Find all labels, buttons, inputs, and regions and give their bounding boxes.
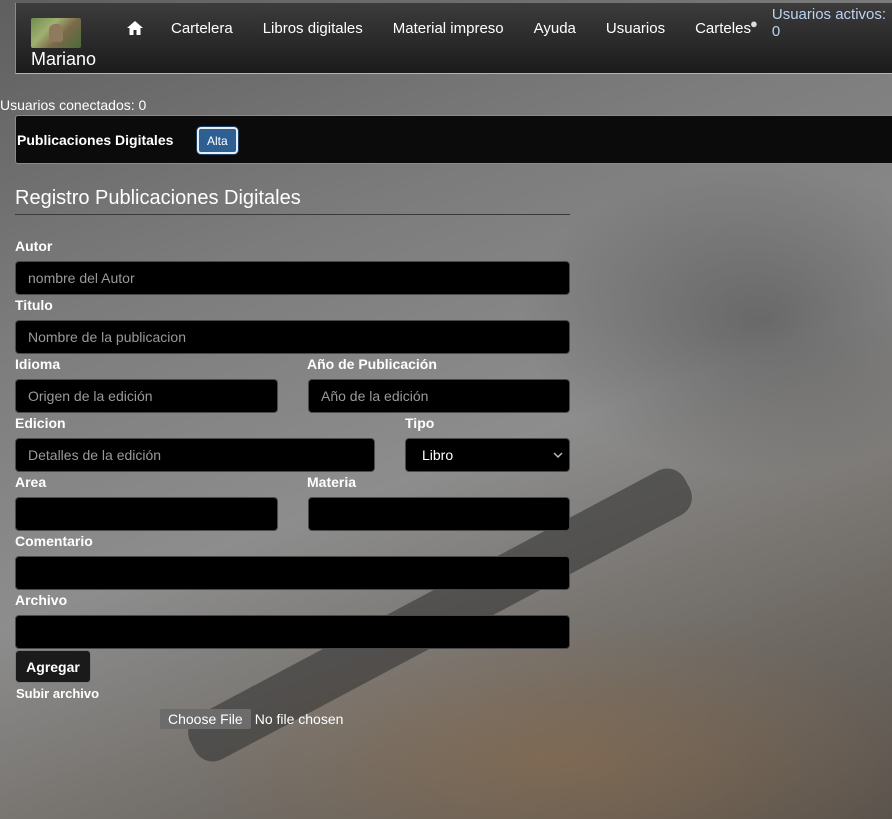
main-nav: Cartelera Libros digitales Material impr…	[126, 19, 781, 37]
nav-ayuda[interactable]: Ayuda	[534, 20, 576, 37]
brand-name[interactable]: Mariano	[31, 49, 96, 70]
nav-material-impreso[interactable]: Material impreso	[393, 20, 504, 37]
edicion-input[interactable]	[15, 438, 375, 472]
section-title: Publicaciones Digitales	[17, 132, 174, 148]
tipo-label: Tipo	[405, 415, 435, 431]
comentario-label: Comentario	[15, 533, 93, 549]
user-avatar[interactable]	[31, 18, 81, 48]
active-users-text: Usuarios activos: 0	[771, 6, 887, 40]
autor-label: Autor	[15, 238, 53, 254]
materia-label: Materia	[307, 474, 357, 490]
file-input: Choose File No file chosen	[160, 709, 343, 729]
archivo-input[interactable]	[15, 615, 570, 649]
materia-input[interactable]	[308, 497, 570, 531]
comentario-input[interactable]	[15, 556, 570, 590]
active-users-indicator: ● Usuarios activos: 0	[736, 6, 892, 40]
form-title: Registro Publicaciones Digitales	[15, 187, 301, 209]
agregar-button[interactable]: Agregar	[15, 650, 91, 683]
autor-input[interactable]	[15, 261, 570, 295]
area-input[interactable]	[15, 497, 278, 531]
area-label: Area	[15, 474, 47, 490]
alta-button[interactable]: Alta	[197, 127, 238, 154]
choose-file-button[interactable]: Choose File	[160, 709, 251, 729]
top-navbar: Mariano Cartelera Libros digitales Mater…	[15, 3, 892, 74]
archivo-label: Archivo	[15, 592, 68, 608]
connected-users-text: Usuarios conectados: 0	[0, 97, 147, 113]
chevron-down-icon	[553, 452, 563, 459]
edicion-label: Edicion	[15, 415, 66, 431]
nav-libros-digitales[interactable]: Libros digitales	[263, 20, 363, 37]
titulo-input[interactable]	[15, 320, 570, 354]
nav-usuarios[interactable]: Usuarios	[606, 20, 665, 37]
bullet-icon: ●	[750, 15, 758, 31]
tipo-select[interactable]: Libro	[405, 438, 570, 472]
title-divider	[15, 214, 570, 215]
titulo-label: Titulo	[15, 297, 53, 313]
anio-input[interactable]	[308, 379, 570, 413]
tipo-select-value: Libro	[422, 447, 454, 463]
upload-label: Subir archivo	[16, 686, 100, 701]
file-status-text: No file chosen	[254, 711, 344, 727]
nav-cartelera[interactable]: Cartelera	[171, 20, 233, 37]
home-icon[interactable]	[126, 19, 144, 37]
anio-label: Año de Publicación	[307, 356, 437, 372]
sub-navbar: Publicaciones Digitales Alta	[15, 115, 892, 164]
idioma-input[interactable]	[15, 379, 278, 413]
idioma-label: Idioma	[15, 356, 61, 372]
